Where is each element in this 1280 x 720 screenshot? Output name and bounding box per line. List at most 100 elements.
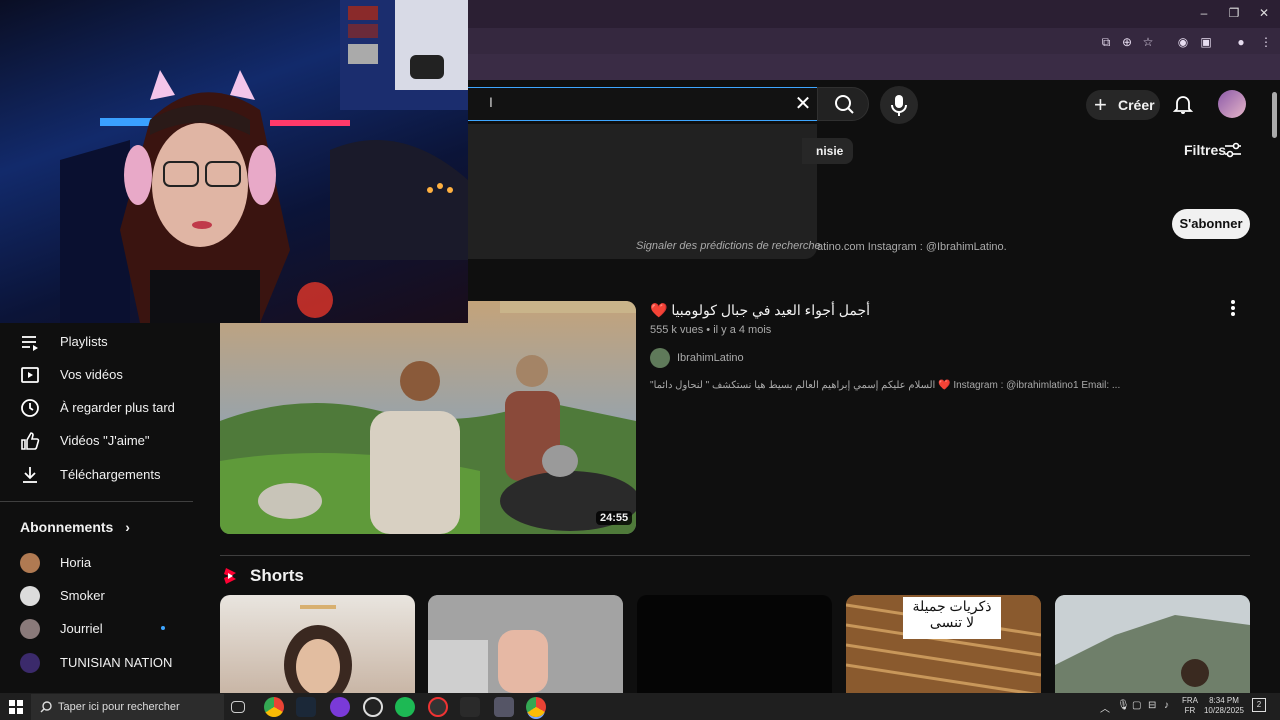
sidebar-subscription[interactable]: Jourriel xyxy=(0,612,193,645)
subscriptions-title: Abonnements xyxy=(20,519,114,535)
app-icon[interactable] xyxy=(330,697,350,717)
browser-menu-icon[interactable]: ⋮ xyxy=(1258,34,1274,50)
search-icon xyxy=(835,95,854,114)
channel-avatar xyxy=(20,553,40,573)
volume-icon[interactable]: ♪ xyxy=(1164,700,1169,711)
capcut-icon[interactable] xyxy=(460,697,480,717)
clear-search-icon[interactable]: ✕ xyxy=(792,93,814,115)
video-menu-button[interactable] xyxy=(1224,298,1242,318)
sidebar-divider xyxy=(0,501,193,502)
sidebar-subscription[interactable]: Horia xyxy=(0,546,193,579)
channel-avatar[interactable] xyxy=(650,348,670,368)
channel-avatar xyxy=(20,619,40,639)
sidebar-item-label: Vos vidéos xyxy=(60,367,123,382)
short-image xyxy=(1055,595,1250,693)
download-icon xyxy=(23,467,37,483)
extension-icon[interactable]: ◉ xyxy=(1175,34,1191,50)
upload-age: il y a 4 mois xyxy=(713,324,772,336)
taskbar-search-placeholder: Taper ici pour rechercher xyxy=(58,701,180,713)
short-thumbnail[interactable] xyxy=(220,595,415,693)
page-scrollbar[interactable] xyxy=(1268,80,1280,693)
windows-start-icon[interactable] xyxy=(9,700,23,714)
search-button[interactable] xyxy=(817,87,869,121)
task-view-icon[interactable] xyxy=(231,701,245,713)
sidebar-item-your-videos[interactable]: Vos vidéos xyxy=(0,358,193,391)
network-icon[interactable]: ⊟ xyxy=(1148,700,1156,711)
restore-button[interactable]: ❐ xyxy=(1224,4,1244,22)
language-bottom: FR xyxy=(1184,706,1196,715)
tray-chevron-icon[interactable]: ︿ xyxy=(1100,700,1110,715)
clock-icon xyxy=(21,399,39,417)
zoom-icon[interactable]: ⊕ xyxy=(1119,34,1135,50)
shorts-heading: Shorts xyxy=(250,566,304,585)
clock-time: 8:34 PM xyxy=(1209,696,1239,705)
video-thumbnail[interactable] xyxy=(220,301,636,534)
shorts-icon xyxy=(224,568,236,584)
microphone-icon[interactable]: 🎙 xyxy=(1117,700,1130,711)
view-count: 555 k vues xyxy=(650,324,704,336)
short-image xyxy=(284,605,352,693)
account-avatar[interactable] xyxy=(1218,90,1246,118)
subscriptions-heading[interactable]: Abonnements › xyxy=(20,519,130,535)
obs-icon[interactable] xyxy=(363,697,383,717)
notification-center-icon[interactable]: 2 xyxy=(1252,698,1266,712)
short-thumbnail[interactable]: ذكريات جميلة لا تنسى xyxy=(846,595,1041,693)
video-title[interactable]: أجمل أجواء العيد في جبال كولومبيا ❤️ xyxy=(650,302,1210,319)
subscription-label: Jourriel xyxy=(60,621,103,636)
filter-chip[interactable]: nisie xyxy=(802,138,854,164)
subscription-label: TUNISIAN NATION xyxy=(60,655,173,670)
notifications-button[interactable] xyxy=(1172,93,1194,115)
sidebar-item-watch-later[interactable]: À regarder plus tard xyxy=(0,391,193,424)
app-icon[interactable] xyxy=(494,697,514,717)
install-app-icon[interactable]: ⧉ xyxy=(1098,34,1114,50)
subscription-label: Smoker xyxy=(60,588,105,603)
video-meta: 555 k vues • il y a 4 mois xyxy=(650,324,771,336)
filters-label: Filtres xyxy=(1184,142,1227,158)
language-indicator[interactable]: FRA FR xyxy=(1182,696,1198,716)
spotify-icon[interactable] xyxy=(395,697,415,717)
search-input[interactable] xyxy=(440,87,817,121)
display-icon[interactable]: ▢ xyxy=(1132,700,1141,711)
sidebar-subscription[interactable]: TUNISIAN NATION xyxy=(0,646,193,679)
chrome-active-icon[interactable] xyxy=(526,697,546,717)
filters-button[interactable]: Filtres xyxy=(1184,142,1241,158)
sidebar-subscription[interactable]: Smoker xyxy=(0,579,193,612)
close-button[interactable]: ✕ xyxy=(1254,4,1274,22)
channel-avatar xyxy=(20,653,40,673)
sidebar-item-liked-videos[interactable]: Vidéos "J'aime" xyxy=(0,424,193,457)
sidebar-item-downloads[interactable]: Téléchargements xyxy=(0,458,193,491)
scrollbar-thumb[interactable] xyxy=(1272,92,1277,138)
chevron-right-icon: › xyxy=(125,519,130,535)
thumbnail-image xyxy=(220,301,636,534)
more-vert-icon xyxy=(1231,300,1235,316)
play-square-icon xyxy=(21,367,39,383)
chrome-icon[interactable] xyxy=(264,697,284,717)
thumbs-up-icon xyxy=(21,432,40,450)
search-suggestions-dropdown xyxy=(440,124,817,259)
short-thumbnail[interactable] xyxy=(637,595,832,693)
short-image xyxy=(428,595,623,693)
video-duration: 24:55 xyxy=(596,511,633,525)
channel-name[interactable]: IbrahimLatino xyxy=(677,352,744,364)
short-thumbnail[interactable] xyxy=(428,595,623,693)
steam-icon[interactable] xyxy=(296,697,316,717)
profile-icon[interactable]: ● xyxy=(1233,34,1249,50)
sidebar-item-playlists[interactable]: Playlists xyxy=(0,325,193,358)
extensions-puzzle-icon[interactable]: ▣ xyxy=(1198,34,1214,50)
create-button[interactable]: + Créer xyxy=(1086,90,1160,120)
bookmark-star-icon[interactable]: ☆ xyxy=(1140,34,1156,50)
sidebar-item-label: À regarder plus tard xyxy=(60,400,175,415)
section-divider xyxy=(220,555,1250,556)
app-icon[interactable] xyxy=(428,697,448,717)
report-predictions-link[interactable]: Signaler des prédictions de recherche xyxy=(636,240,821,252)
clock[interactable]: 8:34 PM 10/28/2025 xyxy=(1203,696,1245,716)
minimize-button[interactable]: – xyxy=(1194,4,1214,22)
search-icon xyxy=(40,701,52,713)
sidebar-item-label: Téléchargements xyxy=(60,467,161,482)
video-description: "السلام عليكم إسمي إبراهيم العالم بسيط ه… xyxy=(650,380,1121,391)
short-thumbnail[interactable] xyxy=(1055,595,1250,693)
short-overlay-text: ذكريات جميلة لا تنسى xyxy=(912,598,992,630)
voice-search-button[interactable] xyxy=(880,86,918,124)
create-label: Créer xyxy=(1118,97,1155,113)
subscribe-button[interactable]: S'abonner xyxy=(1172,209,1250,239)
